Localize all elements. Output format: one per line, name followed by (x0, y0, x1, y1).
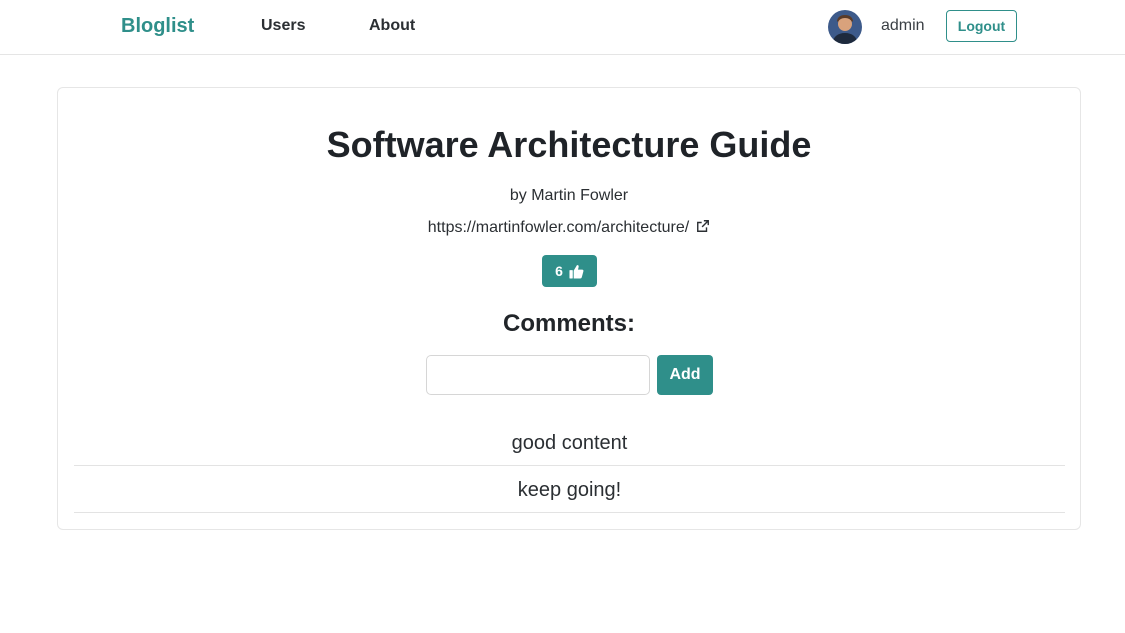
user-avatar-icon[interactable] (828, 10, 862, 44)
comment-input[interactable] (426, 355, 650, 395)
add-comment-button[interactable]: Add (657, 355, 713, 395)
top-navbar: Bloglist Users About admin Logout (0, 0, 1125, 55)
like-count: 6 (555, 263, 563, 279)
like-button[interactable]: 6 (542, 255, 597, 287)
blog-card: Software Architecture Guide by Martin Fo… (57, 87, 1081, 530)
nav-link-about[interactable]: About (369, 17, 415, 35)
blog-author: by Martin Fowler (509, 187, 629, 204)
comment-item: keep going! (74, 466, 1065, 513)
username-label: admin (881, 17, 925, 34)
blog-url-row: https://martinfowler.com/architecture/ (58, 219, 1080, 237)
nav-link-users[interactable]: Users (261, 17, 305, 35)
blog-title: Software Architecture Guide (326, 124, 812, 165)
external-link-icon[interactable] (696, 219, 710, 233)
logout-button[interactable]: Logout (946, 10, 1017, 42)
thumbs-up-icon (569, 264, 584, 279)
blog-url-link[interactable]: https://martinfowler.com/architecture/ (428, 219, 689, 236)
comments-heading: Comments: (502, 310, 635, 337)
comment-item: good content (74, 419, 1065, 466)
comment-list: good content keep going! (74, 419, 1065, 513)
brand-link[interactable]: Bloglist (121, 15, 194, 38)
